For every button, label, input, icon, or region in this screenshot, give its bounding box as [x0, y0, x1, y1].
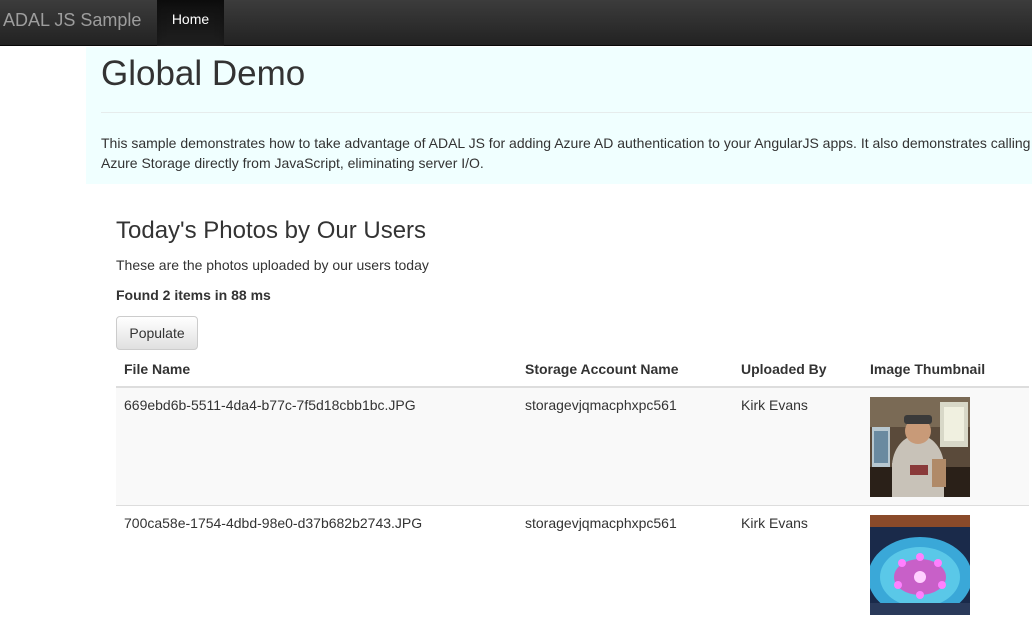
- nav-home-link[interactable]: Home: [157, 0, 224, 46]
- uploaded-by-cell: Kirk Evans: [733, 506, 862, 623]
- section-title: Today's Photos by Our Users: [116, 216, 426, 246]
- uploaded-by-cell: Kirk Evans: [733, 387, 862, 506]
- storage-account-cell: storagevjqmacphxpc561: [517, 387, 733, 506]
- photo-fountain-lights: [870, 515, 970, 615]
- table-header-row: File Name Storage Account Name Uploaded …: [116, 352, 1029, 387]
- photos-table: File Name Storage Account Name Uploaded …: [116, 352, 1029, 623]
- section-subtitle: These are the photos uploaded by our use…: [116, 256, 429, 274]
- column-header-storage-account: Storage Account Name: [517, 352, 733, 387]
- thumbnail-cell: [862, 387, 1029, 506]
- page-title: Global Demo: [101, 54, 305, 94]
- column-header-file-name: File Name: [116, 352, 517, 387]
- page-description: This sample demonstrates how to take adv…: [101, 133, 1032, 173]
- image-thumbnail[interactable]: [870, 515, 970, 615]
- table-row: 700ca58e-1754-4dbd-98e0-d37b682b2743.JPG…: [116, 506, 1029, 623]
- populate-button[interactable]: Populate: [116, 316, 198, 350]
- table-row: 669ebd6b-5511-4da4-b77c-7f5d18cbb1bc.JPG…: [116, 387, 1029, 506]
- file-name-cell: 700ca58e-1754-4dbd-98e0-d37b682b2743.JPG: [116, 506, 517, 623]
- column-header-thumbnail: Image Thumbnail: [862, 352, 1029, 387]
- image-thumbnail[interactable]: [870, 397, 970, 497]
- photo-person-indoors: [870, 397, 970, 497]
- thumbnail-cell: [862, 506, 1029, 623]
- column-header-uploaded-by: Uploaded By: [733, 352, 862, 387]
- navbar: ADAL JS Sample Home: [0, 0, 1032, 46]
- result-count: Found 2 items in 88 ms: [116, 286, 271, 304]
- divider: [101, 112, 1032, 113]
- file-name-cell: 669ebd6b-5511-4da4-b77c-7f5d18cbb1bc.JPG: [116, 387, 517, 506]
- jumbotron: Global Demo This sample demonstrates how…: [86, 47, 1032, 184]
- brand-link[interactable]: ADAL JS Sample: [3, 10, 141, 30]
- storage-account-cell: storagevjqmacphxpc561: [517, 506, 733, 623]
